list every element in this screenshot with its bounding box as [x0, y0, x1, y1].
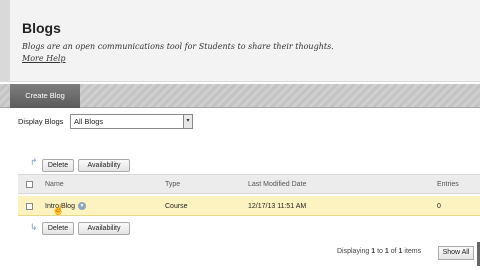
header-shade: [0, 0, 10, 82]
reorder-arrow-bottom-icon: ↳: [30, 222, 38, 232]
select-all-checkbox[interactable]: [26, 181, 33, 188]
column-header-name[interactable]: Name: [45, 181, 64, 188]
dropdown-arrow-icon[interactable]: ▾: [183, 115, 192, 128]
paging-of-word: of: [388, 248, 399, 255]
blog-type: Course: [165, 203, 188, 210]
hand-cursor-icon: ☝: [52, 205, 65, 216]
blog-last-modified: 12/17/13 11:51 AM: [248, 203, 307, 210]
page-title: Blogs: [22, 20, 61, 36]
paging-to-word: to: [375, 248, 385, 255]
delete-button-bottom[interactable]: Delete: [42, 222, 74, 235]
display-blogs-label: Display Blogs: [18, 117, 64, 126]
reorder-arrow-top-icon: ↱: [30, 157, 38, 167]
row-checkbox[interactable]: [26, 203, 33, 210]
paging-suffix: items: [402, 248, 422, 255]
column-header-entries[interactable]: Entries: [437, 181, 459, 188]
create-blog-button[interactable]: Create Blog: [10, 84, 80, 108]
availability-button-bottom[interactable]: Availability: [78, 222, 130, 235]
column-header-last-modified[interactable]: Last Modified Date: [248, 181, 306, 188]
chevron-down-icon[interactable]: ▼: [78, 202, 86, 210]
more-help-link[interactable]: More Help: [22, 54, 66, 63]
display-blogs-select[interactable]: All Blogs ▾: [70, 114, 193, 129]
page-header: Blogs Blogs are an open communications t…: [0, 0, 480, 82]
column-header-type[interactable]: Type: [165, 181, 180, 188]
page-description: Blogs are an open communications tool fo…: [22, 42, 334, 51]
paging-prefix: Displaying: [337, 248, 372, 255]
show-all-button[interactable]: Show All: [438, 246, 474, 260]
display-blogs-value: All Blogs: [74, 117, 104, 126]
delete-button-top[interactable]: Delete: [42, 159, 74, 172]
availability-button-top[interactable]: Availability: [78, 159, 130, 172]
paging-status: Displaying 1 to 1 of 1 items: [337, 248, 421, 255]
blog-entries: 0: [437, 203, 441, 210]
